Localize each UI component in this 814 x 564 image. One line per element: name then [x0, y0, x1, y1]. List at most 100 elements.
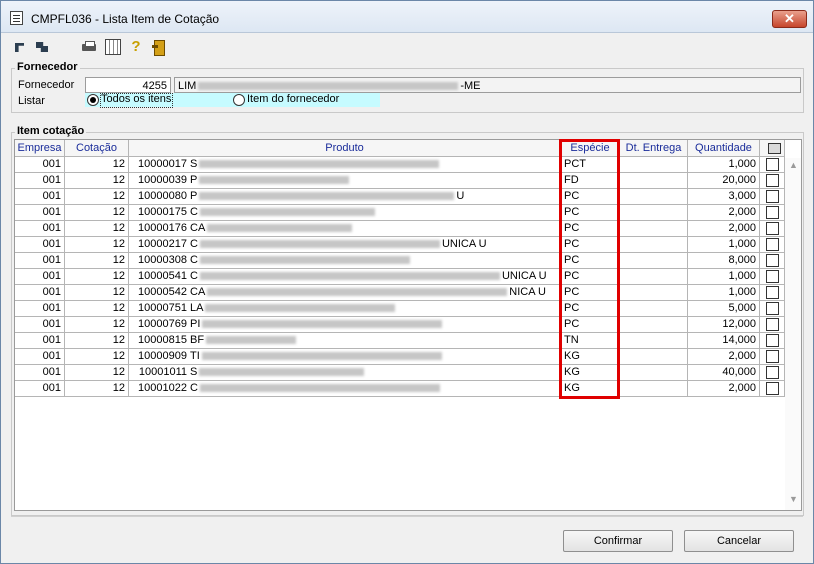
table-row[interactable]: 001 12 10000815 BF TN 14,000	[15, 333, 785, 349]
close-button[interactable]: ✕	[772, 10, 807, 28]
cell-cotacao: 12	[65, 221, 129, 237]
row-checkbox[interactable]	[766, 334, 779, 347]
cell-quantidade: 8,000	[688, 253, 760, 269]
exit-icon[interactable]	[151, 39, 167, 56]
cell-select	[760, 285, 785, 301]
cell-quantidade: 14,000	[688, 333, 760, 349]
cell-dt-entrega	[620, 381, 688, 397]
cell-empresa: 001	[15, 205, 65, 221]
cell-select	[760, 381, 785, 397]
table-row[interactable]: 001 12 10000541 C UNICA U PC 1,000	[15, 269, 785, 285]
confirm-button[interactable]: Confirmar	[563, 530, 673, 552]
produto-sufixo: U	[456, 190, 465, 202]
group-icon[interactable]	[35, 39, 51, 55]
print-icon[interactable]	[81, 39, 97, 55]
row-checkbox[interactable]	[766, 286, 779, 299]
select-all-icon[interactable]	[767, 141, 781, 155]
cell-quantidade: 2,000	[688, 349, 760, 365]
cell-select	[760, 189, 785, 205]
cell-cotacao: 12	[65, 205, 129, 221]
row-checkbox[interactable]	[766, 318, 779, 331]
row-checkbox[interactable]	[766, 382, 779, 395]
table-row[interactable]: 001 12 10000769 PI PC 12,000	[15, 317, 785, 333]
column-header-cotacao[interactable]: Cotação	[65, 140, 129, 157]
cell-select	[760, 349, 785, 365]
cell-quantidade: 3,000	[688, 189, 760, 205]
cell-empresa: 001	[15, 173, 65, 189]
row-checkbox[interactable]	[766, 158, 779, 171]
cell-cotacao: 12	[65, 333, 129, 349]
cell-produto: 10000751 LA	[129, 301, 561, 317]
table-row[interactable]: 001 12 10000039 P FD 20,000	[15, 173, 785, 189]
table-row[interactable]: 001 12 10000909 TI KG 2,000	[15, 349, 785, 365]
cell-select	[760, 221, 785, 237]
listar-label: Listar	[18, 95, 45, 107]
table-row[interactable]: 001 12 10000017 S PCT 1,000	[15, 157, 785, 173]
produto-inicial: P	[190, 190, 198, 202]
vertical-scrollbar[interactable]: ▲ ▼	[785, 158, 801, 510]
radio-item-do-fornecedor[interactable]: Item do fornecedor	[233, 93, 353, 107]
cell-produto: 10000541 C UNICA U	[129, 269, 561, 285]
cell-produto: 10000308 C	[129, 253, 561, 269]
cell-quantidade: 20,000	[688, 173, 760, 189]
table-row[interactable]: 001 12 10001022 C KG 2,000	[15, 381, 785, 397]
row-checkbox[interactable]	[766, 206, 779, 219]
column-header-produto[interactable]: Produto	[129, 140, 561, 157]
row-checkbox[interactable]	[766, 222, 779, 235]
produto-sufixo: UNICA U	[441, 238, 487, 250]
redacted-text	[199, 240, 440, 249]
row-checkbox[interactable]	[766, 270, 779, 283]
row-checkbox[interactable]	[766, 254, 779, 267]
cell-select	[760, 333, 785, 349]
table-row[interactable]: 001 12 10000080 P U PC 3,000	[15, 189, 785, 205]
cell-dt-entrega	[620, 349, 688, 365]
cell-select	[760, 157, 785, 173]
row-checkbox[interactable]	[766, 366, 779, 379]
produto-codigo: 10000751	[138, 302, 187, 314]
column-header-quantidade[interactable]: Quantidade	[688, 140, 760, 157]
cell-cotacao: 12	[65, 173, 129, 189]
produto-codigo: 10000039	[138, 174, 187, 186]
fornecedor-code-field[interactable]: 4255	[85, 77, 171, 93]
cell-empresa: 001	[15, 157, 65, 173]
row-checkbox[interactable]	[766, 238, 779, 251]
table-row[interactable]: 001 12 10000542 CA NICA U PC 1,000	[15, 285, 785, 301]
row-checkbox[interactable]	[766, 302, 779, 315]
cancel-button[interactable]: Cancelar	[684, 530, 794, 552]
scroll-down-icon[interactable]: ▼	[789, 494, 798, 504]
focus-indicator	[100, 93, 173, 108]
table-row[interactable]: 001 12 10000175 C PC 2,000	[15, 205, 785, 221]
produto-codigo: 10000176	[138, 222, 187, 234]
row-checkbox[interactable]	[766, 174, 779, 187]
cell-quantidade: 1,000	[688, 157, 760, 173]
table-row[interactable]: 001 12 10001011 S KG 40,000	[15, 365, 785, 381]
column-header-dt-entrega[interactable]: Dt. Entrega	[620, 140, 688, 157]
redacted-text	[199, 192, 455, 201]
cell-produto: 10000080 P U	[129, 189, 561, 205]
fornecedor-section-title: Fornecedor	[15, 61, 80, 73]
row-checkbox[interactable]	[766, 190, 779, 203]
scroll-up-icon[interactable]: ▲	[789, 160, 798, 170]
grid-icon[interactable]	[105, 39, 121, 55]
produto-codigo: 10000769	[138, 318, 187, 330]
produto-inicial: PI	[190, 318, 201, 330]
table-row[interactable]: 001 12 10000217 C UNICA U PC 1,000	[15, 237, 785, 253]
radio-selected-icon	[87, 94, 99, 106]
table-row[interactable]: 001 12 10000176 CA PC 2,000	[15, 221, 785, 237]
table-row[interactable]: 001 12 10000308 C PC 8,000	[15, 253, 785, 269]
row-checkbox[interactable]	[766, 350, 779, 363]
table-row[interactable]: 001 12 10000751 LA PC 5,000	[15, 301, 785, 317]
column-header-empresa[interactable]: Empresa	[15, 140, 65, 157]
cell-empresa: 001	[15, 221, 65, 237]
sort-icon[interactable]	[13, 39, 29, 55]
produto-inicial: C	[190, 382, 198, 394]
cell-quantidade: 2,000	[688, 381, 760, 397]
cell-produto: 10000175 C	[129, 205, 561, 221]
redacted-text	[199, 368, 365, 377]
produto-codigo: 10000217	[138, 238, 187, 250]
produto-codigo: 10000080	[138, 190, 187, 202]
cell-produto: 10001011 S	[129, 365, 561, 381]
cell-cotacao: 12	[65, 365, 129, 381]
redacted-text	[202, 320, 443, 329]
help-icon[interactable]: ?	[128, 39, 144, 55]
